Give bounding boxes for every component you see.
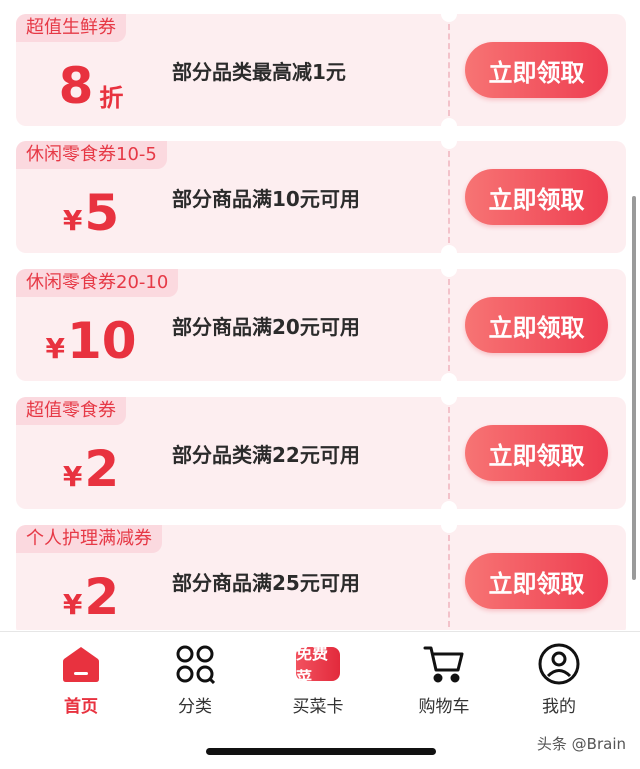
currency-symbol: ¥ <box>45 331 65 365</box>
coupon-notch <box>441 269 457 277</box>
coupon-tag: 休闲零食券20-10 <box>16 269 179 297</box>
coupon-description: 部分商品满25元可用 <box>172 570 360 595</box>
coupon-description: 部分品类满22元可用 <box>172 442 360 467</box>
currency-symbol: ¥ <box>62 587 83 621</box>
coupon-divider <box>448 407 450 499</box>
free-vegetable-badge: 免费菜 <box>296 642 340 687</box>
coupon-notch <box>441 245 457 253</box>
cart-icon <box>422 642 466 686</box>
coupon-amount-value: 10 <box>66 312 137 370</box>
coupon-description: 部分商品满20元可用 <box>172 314 360 339</box>
coupon-amount: ¥ 2 <box>16 557 166 630</box>
coupon-notch <box>441 14 457 22</box>
coupon-tag: 个人护理满减券 <box>16 525 162 553</box>
profile-icon <box>537 642 581 686</box>
coupon-amount-value: 5 <box>84 184 120 242</box>
coupon-card: 超值零食券 ¥ 2 部分品类满22元可用 立即领取 <box>16 397 626 509</box>
coupon-tag: 休闲零食券10-5 <box>16 141 167 169</box>
coupon-card: 超值生鲜券 8 折 部分品类最高减1元 立即领取 <box>16 14 626 126</box>
scrollbar[interactable] <box>632 196 636 580</box>
tab-vegetable-card[interactable]: 免费菜 买菜卡 <box>258 632 378 722</box>
coupon-amount: ¥ 5 <box>16 173 166 253</box>
coupon-amount: ¥ 10 <box>16 301 166 381</box>
coupon-description: 部分品类最高减1元 <box>172 59 346 84</box>
coupon-divider <box>448 535 450 627</box>
coupon-tag: 超值零食券 <box>16 397 126 425</box>
tab-home[interactable]: 首页 <box>21 632 141 722</box>
tab-label: 我的 <box>542 697 576 717</box>
coupon-notch <box>441 373 457 381</box>
tab-label: 首页 <box>64 697 98 717</box>
coupon-amount: 8 折 <box>16 46 166 126</box>
coupon-description: 部分商品满10元可用 <box>172 186 360 211</box>
home-icon <box>59 642 103 686</box>
free-badge-label: 免费菜 <box>296 644 340 687</box>
watermark: 头条 @Brain <box>536 735 626 753</box>
coupon-amount-unit: 折 <box>99 83 124 112</box>
home-indicator <box>206 748 436 755</box>
tab-label: 购物车 <box>418 697 470 717</box>
coupon-card: 个人护理满减券 ¥ 2 部分商品满25元可用 立即领取 <box>16 525 626 630</box>
coupon-card: 休闲零食券20-10 ¥ 10 部分商品满20元可用 立即领取 <box>16 269 626 381</box>
coupon-notch <box>441 118 457 126</box>
coupon-amount-value: 2 <box>84 568 120 626</box>
claim-button[interactable]: 立即领取 <box>465 425 608 481</box>
coupon-divider <box>448 151 450 243</box>
coupon-amount-value: 8 <box>58 57 94 115</box>
tab-label: 分类 <box>178 697 212 717</box>
currency-symbol: ¥ <box>62 459 83 493</box>
coupon-amount: ¥ 2 <box>16 429 166 509</box>
claim-button[interactable]: 立即领取 <box>465 297 608 353</box>
tab-profile[interactable]: 我的 <box>499 632 619 722</box>
category-icon <box>173 642 217 686</box>
coupon-card: 休闲零食券10-5 ¥ 5 部分商品满10元可用 立即领取 <box>16 141 626 253</box>
tab-label: 买菜卡 <box>292 697 344 717</box>
coupon-divider <box>448 24 450 116</box>
claim-button[interactable]: 立即领取 <box>465 42 608 98</box>
tab-cart[interactable]: 购物车 <box>384 632 504 722</box>
currency-symbol: ¥ <box>62 203 83 237</box>
coupon-notch <box>441 141 457 149</box>
coupon-divider <box>448 279 450 371</box>
claim-button[interactable]: 立即领取 <box>465 553 608 609</box>
coupon-notch <box>441 501 457 509</box>
tab-category[interactable]: 分类 <box>135 632 255 722</box>
coupon-notch <box>441 525 457 533</box>
coupon-amount-value: 2 <box>84 440 120 498</box>
coupon-notch <box>441 397 457 405</box>
claim-button[interactable]: 立即领取 <box>465 169 608 225</box>
coupon-tag: 超值生鲜券 <box>16 14 126 42</box>
coupon-list: 超值生鲜券 8 折 部分品类最高减1元 立即领取 休闲零食券10-5 ¥ 5 部… <box>0 0 640 630</box>
